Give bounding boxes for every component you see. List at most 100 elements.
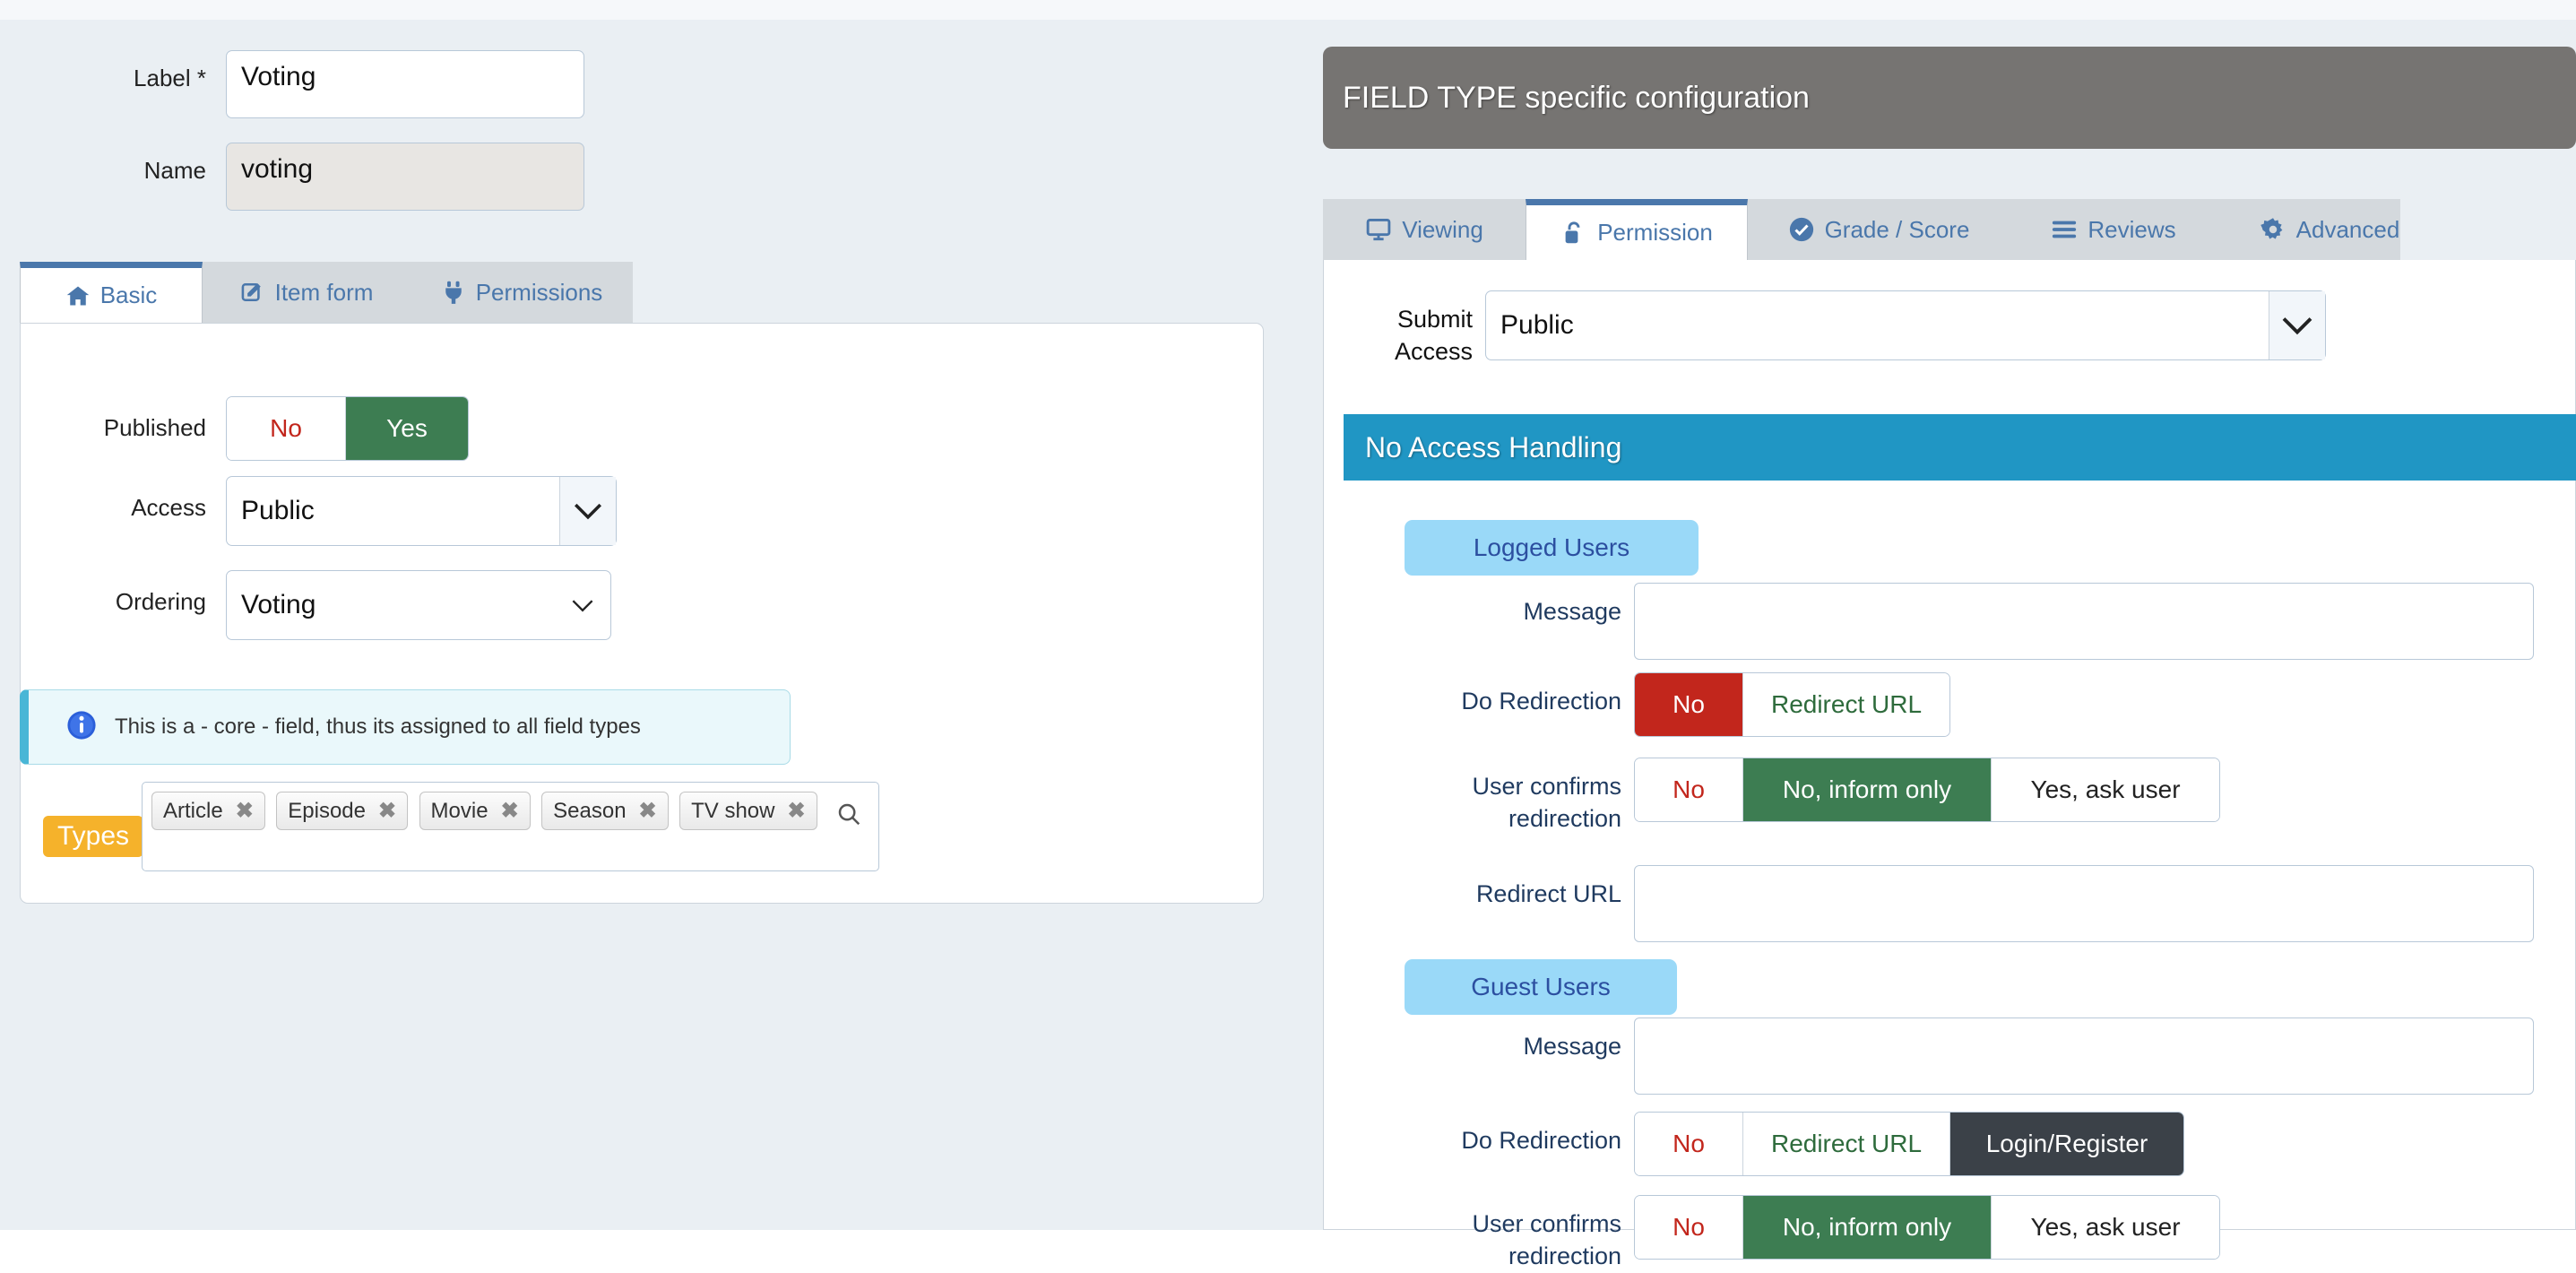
tab-item-form[interactable]: Item form: [203, 262, 411, 323]
published-label: Published: [103, 414, 206, 441]
left-column: Label * Voting Name voting Basic Item fo…: [0, 20, 1318, 1230]
guest-users-pill[interactable]: Guest Users: [1405, 959, 1677, 1015]
guest-users-user-confirms-option-ask-user[interactable]: Yes, ask user: [1992, 1196, 2219, 1259]
tab-grade-score-label: Grade / Score: [1824, 215, 1970, 243]
guest-users-user-confirms-option-inform-only[interactable]: No, inform only: [1743, 1196, 1992, 1259]
logged-users-message-input[interactable]: [1634, 583, 2534, 660]
chevron-down-icon: [559, 477, 616, 545]
types-row: Types Article ✖ Episode ✖ Movie ✖ Season…: [36, 782, 932, 880]
logged-users-pill[interactable]: Logged Users: [1405, 520, 1699, 576]
tab-item-form-label: Item form: [274, 278, 374, 306]
guest-users-do-redirection-group[interactable]: No Redirect URL Login/Register: [1634, 1112, 2184, 1176]
ordering-select[interactable]: Voting: [226, 570, 611, 640]
logged-users-redirect-url-row: Redirect URL: [1324, 865, 2534, 942]
ordering-label: Ordering: [115, 588, 206, 615]
tab-permissions[interactable]: Permissions: [411, 262, 633, 323]
logged-users-user-confirms-group[interactable]: No No, inform only Yes, ask user: [1634, 758, 2220, 822]
name-field-label: Name: [143, 157, 206, 184]
type-tag-movie-label: Movie: [430, 798, 488, 823]
guest-users-do-redirection-option-redirect-url[interactable]: Redirect URL: [1743, 1113, 1950, 1175]
guest-users-do-redirection-option-login-register[interactable]: Login/Register: [1950, 1113, 2183, 1175]
logged-users-user-confirms-option-ask-user[interactable]: Yes, ask user: [1992, 758, 2219, 821]
check-circle-icon: [1788, 216, 1815, 243]
submit-access-select[interactable]: Public: [1485, 290, 2326, 360]
unlock-icon: [1560, 220, 1587, 247]
chevron-down-icon: [555, 571, 610, 639]
logged-users-redirect-url-input[interactable]: [1634, 865, 2534, 942]
top-strip: [0, 0, 2576, 20]
logged-users-message-row: Message: [1324, 583, 2534, 660]
core-field-alert-text: This is a - core - field, thus its assig…: [115, 714, 641, 739]
guest-users-user-confirms-row: User confirms redirection No No, inform …: [1324, 1195, 2220, 1273]
app-page: Label * Voting Name voting Basic Item fo…: [0, 0, 2576, 1269]
chevron-down-icon: [2269, 291, 2325, 359]
type-tag-article[interactable]: Article ✖: [151, 792, 265, 830]
field-type-config-title: FIELD TYPE specific configuration: [1343, 80, 1810, 115]
tab-advanced[interactable]: Advanced: [2217, 199, 2442, 260]
type-tag-tv-show-label: TV show: [691, 798, 775, 823]
guest-users-user-confirms-label-line1: User confirms: [1472, 1210, 1621, 1237]
ordering-row: Ordering Voting: [0, 570, 611, 640]
published-option-no[interactable]: No: [227, 397, 346, 460]
submit-access-value: Public: [1500, 310, 1574, 340]
tab-permission[interactable]: Permission: [1526, 199, 1748, 260]
tab-basic-label: Basic: [99, 281, 158, 308]
label-field-label: Label *: [134, 65, 206, 91]
tab-advanced-label: Advanced: [2295, 215, 2400, 243]
types-tag-input[interactable]: Article ✖ Episode ✖ Movie ✖ Season ✖ TV …: [142, 782, 879, 871]
guest-users-user-confirms-label-line2: redirection: [1508, 1243, 1621, 1270]
type-tag-episode[interactable]: Episode ✖: [276, 792, 409, 830]
access-label: Access: [131, 494, 206, 521]
search-icon[interactable]: [835, 801, 862, 832]
tab-viewing[interactable]: Viewing: [1323, 199, 1526, 260]
name-input[interactable]: voting: [226, 143, 584, 211]
no-access-handling-title: No Access Handling: [1344, 414, 2576, 481]
logged-users-user-confirms-label: User confirms redirection: [1324, 758, 1621, 836]
access-select[interactable]: Public: [226, 476, 617, 546]
type-tag-season[interactable]: Season ✖: [541, 792, 669, 830]
published-option-yes[interactable]: Yes: [346, 397, 468, 460]
guest-users-user-confirms-group[interactable]: No No, inform only Yes, ask user: [1634, 1195, 2220, 1260]
type-tag-article-label: Article: [163, 798, 223, 823]
logged-users-do-redirection-option-redirect-url[interactable]: Redirect URL: [1743, 673, 1949, 736]
logged-users-do-redirection-group[interactable]: No Redirect URL: [1634, 672, 1950, 737]
logged-users-user-confirms-option-inform-only[interactable]: No, inform only: [1743, 758, 1992, 821]
label-input[interactable]: Voting: [226, 50, 584, 118]
ordering-select-value: Voting: [241, 590, 316, 619]
published-row: Published No Yes: [0, 396, 469, 461]
type-tag-episode-label: Episode: [288, 798, 366, 823]
type-tag-season-label: Season: [553, 798, 627, 823]
published-toggle-group[interactable]: No Yes: [226, 396, 469, 461]
close-icon[interactable]: ✖: [236, 798, 254, 824]
guest-users-user-confirms-option-no[interactable]: No: [1635, 1196, 1743, 1259]
guest-users-message-label: Message: [1523, 1033, 1621, 1060]
info-icon: [66, 710, 97, 745]
submit-access-row: Submit Access Public: [1324, 290, 2326, 368]
core-field-alert: This is a - core - field, thus its assig…: [20, 689, 791, 765]
type-tag-movie[interactable]: Movie ✖: [419, 792, 531, 830]
gear-icon: [2260, 216, 2286, 243]
logged-users-redirect-url-label: Redirect URL: [1475, 880, 1621, 907]
tab-basic[interactable]: Basic: [20, 262, 203, 323]
tab-reviews[interactable]: Reviews: [2010, 199, 2217, 260]
logged-users-do-redirection-option-no[interactable]: No: [1635, 673, 1743, 736]
submit-access-label: Submit Access: [1394, 306, 1473, 366]
tab-reviews-label: Reviews: [2088, 215, 2176, 243]
logged-users-message-label: Message: [1523, 598, 1621, 625]
permission-panel: Submit Access Public No Access Handling …: [1323, 260, 2576, 1269]
tab-grade-score[interactable]: Grade / Score: [1748, 199, 2010, 260]
type-tag-tv-show[interactable]: TV show ✖: [679, 792, 817, 830]
close-icon[interactable]: ✖: [639, 798, 657, 824]
guest-users-message-input[interactable]: [1634, 1018, 2534, 1095]
tab-permissions-label: Permissions: [475, 278, 603, 306]
close-icon[interactable]: ✖: [378, 798, 396, 824]
logged-users-do-redirection-label: Do Redirection: [1461, 688, 1621, 714]
logged-users-user-confirms-row: User confirms redirection No No, inform …: [1324, 758, 2220, 836]
tab-permission-label: Permission: [1597, 219, 1713, 246]
logged-users-user-confirms-option-no[interactable]: No: [1635, 758, 1743, 821]
close-icon[interactable]: ✖: [787, 798, 805, 824]
close-icon[interactable]: ✖: [501, 798, 519, 824]
guest-users-do-redirection-option-no[interactable]: No: [1635, 1113, 1743, 1175]
guest-users-do-redirection-label: Do Redirection: [1461, 1127, 1621, 1154]
logged-users-user-confirms-label-line1: User confirms: [1472, 773, 1621, 800]
